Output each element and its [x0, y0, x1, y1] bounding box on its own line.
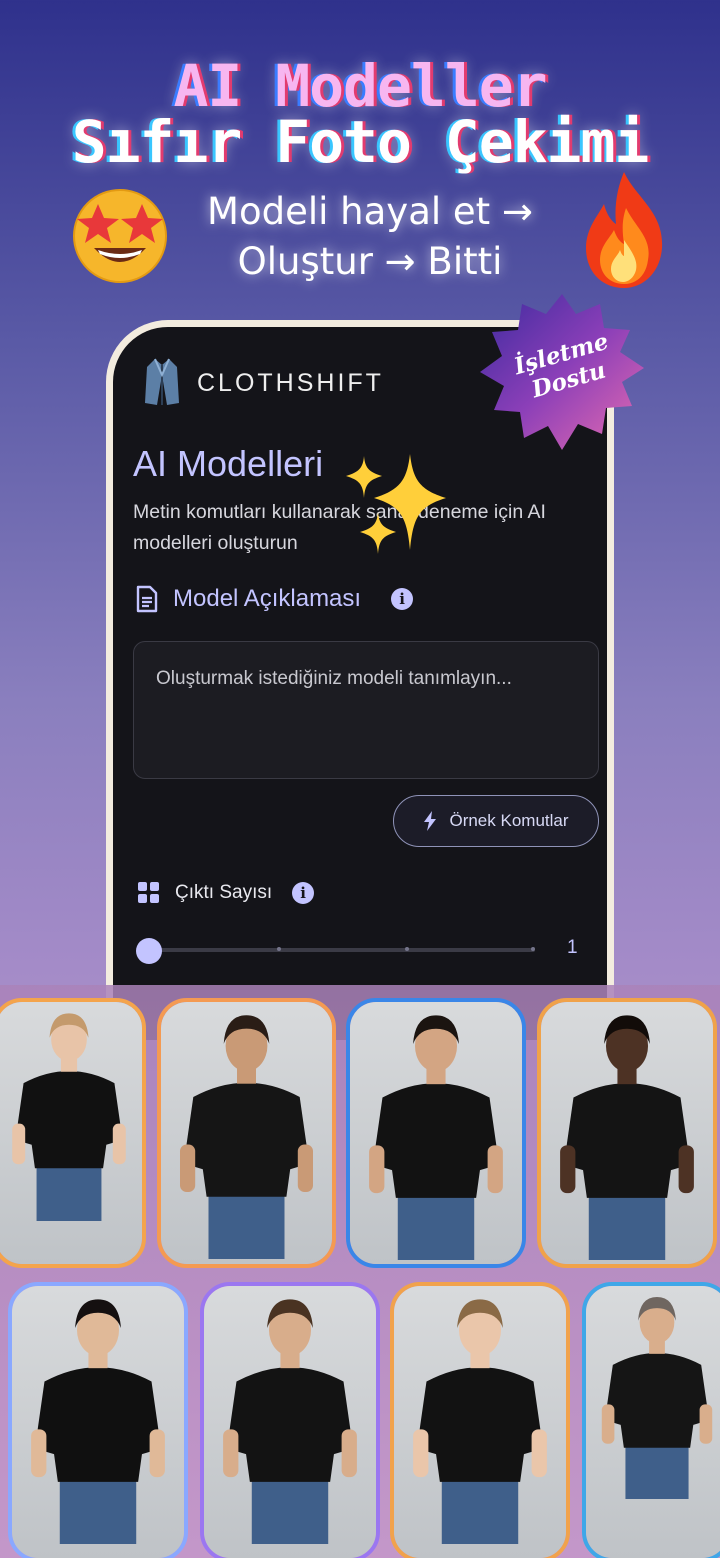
- left-arm: [223, 1429, 239, 1478]
- tagline-line-1: Modeli hayal et →: [207, 190, 533, 233]
- left-arm: [31, 1429, 47, 1478]
- black-tshirt: [604, 1353, 710, 1448]
- person-figure: [223, 1299, 357, 1544]
- info-icon[interactable]: i: [391, 588, 414, 610]
- left-arm: [413, 1429, 429, 1478]
- black-tshirt: [416, 1367, 544, 1482]
- page-title: AI Modelleri: [133, 443, 324, 484]
- person-figure: [413, 1299, 547, 1544]
- model-photo: [582, 1282, 720, 1558]
- left-arm: [180, 1144, 196, 1192]
- info-icon[interactable]: i: [292, 882, 315, 904]
- right-arm: [678, 1145, 694, 1194]
- output-count-slider[interactable]: [143, 947, 535, 952]
- example-prompts-button[interactable]: Örnek Komutlar: [393, 795, 599, 847]
- slider-value: 1: [567, 937, 578, 958]
- model-photo: [0, 998, 146, 1268]
- right-arm: [149, 1429, 165, 1478]
- brand-name: CLOTHSHIFT: [197, 369, 384, 397]
- slider-tick: [531, 947, 535, 951]
- right-arm: [341, 1429, 357, 1478]
- person-figure: [369, 1015, 503, 1260]
- model-photo: [390, 1282, 570, 1558]
- left-arm: [601, 1404, 615, 1444]
- person-figure: [31, 1299, 165, 1544]
- grid-icon: [138, 882, 159, 903]
- model-photo: [8, 1282, 188, 1558]
- sparkles-icon: [346, 454, 446, 554]
- black-tshirt: [34, 1367, 162, 1482]
- right-arm: [699, 1404, 713, 1444]
- black-tshirt: [183, 1082, 310, 1197]
- model-photo: [346, 998, 526, 1268]
- right-arm: [297, 1144, 313, 1192]
- model-description-header: Model Açıklaması i: [135, 585, 414, 613]
- left-arm: [560, 1145, 576, 1194]
- right-arm: [487, 1145, 503, 1194]
- tagline-line-2: Oluştur → Bitti: [237, 240, 503, 283]
- right-arm: [112, 1123, 126, 1165]
- output-count-label: Çıktı Sayısı: [175, 882, 273, 903]
- headline-subtitle: Sıfır Foto Çekimi: [71, 108, 650, 176]
- black-tshirt: [15, 1070, 123, 1169]
- left-arm: [12, 1123, 26, 1165]
- person-figure: [180, 1015, 313, 1259]
- person-figure: [12, 1013, 126, 1221]
- lightning-icon: [424, 811, 437, 831]
- document-icon: [136, 585, 158, 613]
- person-figure: [560, 1015, 694, 1260]
- slider-thumb[interactable]: [136, 938, 162, 964]
- person-figure: [601, 1297, 713, 1499]
- model-photo: [157, 998, 336, 1268]
- coat-logo-icon: [145, 358, 179, 405]
- black-tshirt: [563, 1083, 691, 1198]
- right-arm: [531, 1429, 547, 1478]
- star-struck-face-icon: [73, 189, 167, 283]
- slider-tick: [405, 947, 409, 951]
- black-tshirt: [226, 1367, 354, 1482]
- left-arm: [369, 1145, 385, 1194]
- black-tshirt: [372, 1083, 500, 1198]
- model-photo: [200, 1282, 380, 1558]
- fire-icon: [586, 172, 663, 288]
- example-prompts-label: Örnek Komutlar: [449, 811, 569, 830]
- output-count-header: Çıktı Sayısı i: [137, 881, 315, 905]
- model-description-input[interactable]: Oluşturmak istediğiniz modeli tanımlayın…: [133, 641, 599, 779]
- model-photo: [537, 998, 717, 1268]
- slider-tick: [277, 947, 281, 951]
- model-description-label: Model Açıklaması: [173, 585, 362, 612]
